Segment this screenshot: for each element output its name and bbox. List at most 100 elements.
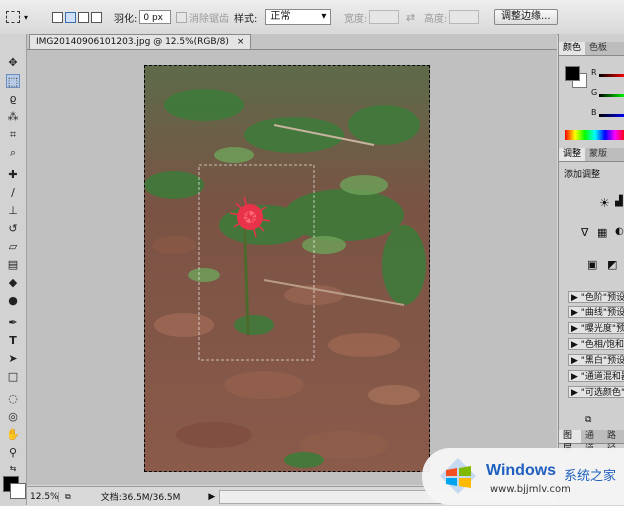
chevron-down-icon: ▾ [321,11,327,22]
site-watermark: Windows 系统之家 www.bjjmlv.com [422,448,624,505]
path-selection-tool-icon[interactable]: ➤ [6,352,20,366]
status-menu-arrow-icon[interactable]: ▶ [208,492,215,502]
expand-arrow-icon: ▶ [571,388,581,398]
pen-tool-icon[interactable]: ✒ [6,316,20,330]
channel-b-slider[interactable] [599,114,624,117]
tools-panel: ✥ ⬚ ϱ ⁂ ⌗ ⌕ ✚ ∕ ⊥ ↺ ▱ ▤ ◆ ● ✒ T ➤ □ ◌ ◎ … [0,34,27,505]
adjust-preset-row[interactable]: ▶ "可选颜色" [568,386,624,398]
gradient-map-icon[interactable]: ◩ [607,258,617,271]
selection-mode-group [52,9,104,25]
height-label: 高度: [424,13,448,25]
zoom-tool-icon[interactable]: ⚲ [6,446,20,460]
width-input[interactable] [369,10,400,24]
adjust-preset-label: "色相/饱和 [580,340,624,350]
expand-arrow-icon: ▶ [571,324,581,334]
close-icon[interactable]: × [237,37,245,47]
adjust-preset-label: "色阶"预设 [580,293,624,303]
tab-swatches[interactable]: 色板 [585,42,611,55]
lasso-tool-icon[interactable]: ϱ [6,92,20,106]
history-brush-tool-icon[interactable]: ↺ [6,222,20,236]
hand-tool-icon[interactable]: ✋ [6,428,20,442]
status-info-icon[interactable]: ⧉ [65,492,71,502]
marquee-tool-icon[interactable]: ⬚ [6,74,20,88]
style-select[interactable]: 正常 ▾ [265,9,332,25]
color-balance-icon[interactable]: ▦ [597,226,607,239]
healing-brush-tool-icon[interactable]: ✚ [6,168,20,182]
type-tool-icon[interactable]: T [6,334,20,348]
channel-b-label: B [591,108,597,117]
eraser-tool-icon[interactable]: ▱ [6,240,20,254]
adjust-preset-row[interactable]: ▶ "曲线"预设 [568,306,624,318]
selection-marquee [144,65,430,472]
swap-dimensions-icon[interactable]: ⇄ [406,11,415,24]
shape-tool-icon[interactable]: □ [6,370,20,384]
watermark-brand: Windows [486,462,557,479]
new-selection-icon[interactable] [52,11,63,23]
expand-arrow-icon: ▶ [571,340,581,350]
eyedropper-tool-icon[interactable]: ⌕ [6,146,20,160]
width-label: 宽度: [344,13,368,25]
magic-wand-tool-icon[interactable]: ⁂ [6,110,20,124]
refine-edge-button[interactable]: 调整边缘... [494,9,558,25]
panel-options-icon[interactable]: ⧉ [585,415,591,425]
tab-masks[interactable]: 蒙版 [585,148,611,161]
brightness-icon[interactable]: ☀ [599,196,610,210]
height-input[interactable] [449,10,480,24]
subtract-selection-icon[interactable] [78,11,89,23]
rect-marquee-icon [6,11,20,23]
add-adjustment-title: 添加调整 [564,170,601,180]
tab-adjustments[interactable]: 调整 [559,148,586,161]
antialias-label: 消除锯齿 [189,13,229,25]
tab-color[interactable]: 颜色 [559,42,586,55]
channel-g-slider[interactable] [599,94,624,97]
adjust-preset-row[interactable]: ▶ "通道混和器 [568,370,624,382]
invert-icon[interactable]: ▣ [587,258,597,271]
color-panel-tabs: 颜色 色板 [559,42,624,56]
color-spectrum-bar[interactable] [565,130,624,140]
style-label: 样式: [234,13,258,25]
blur-tool-icon[interactable]: ◆ [6,276,20,290]
color-panel-foreground-swatch[interactable] [565,66,580,81]
adjust-preset-label: "曝光度"预 [580,324,624,334]
zoom-level[interactable]: 12.5% [27,491,59,502]
3d-rotate-tool-icon[interactable]: ◌ [6,392,20,406]
levels-icon[interactable]: ▟ [615,196,623,207]
adjust-preset-label: "黑白"预设 [580,356,624,366]
windows-logo-icon [440,458,476,494]
adjust-preset-row[interactable]: ▶ "黑白"预设 [568,354,624,366]
black-white-icon[interactable]: ◐ [615,226,624,237]
adjust-preset-label: "曲线"预设 [580,308,624,318]
crop-tool-icon[interactable]: ⌗ [6,128,20,142]
adjust-preset-row[interactable]: ▶ "色相/饱和 [568,338,624,350]
dropdown-arrow-icon: ▾ [24,12,29,22]
feather-input[interactable]: 0 px [139,10,172,24]
swap-colors-icon[interactable]: ⇆ [6,462,20,476]
channel-g-label: G [591,88,598,97]
adjust-preset-row[interactable]: ▶ "曝光度"预 [568,322,624,334]
adjust-preset-label: "可选颜色" [580,388,624,398]
tab-channels[interactable]: 通道 [581,430,603,454]
document-tab-title: IMG20140906101203.jpg @ 12.5%(RGB/8) [36,37,229,47]
tool-preset-picker[interactable]: ▾ [6,9,28,25]
clone-stamp-tool-icon[interactable]: ⊥ [6,204,20,218]
intersect-selection-icon[interactable] [91,11,102,23]
layers-panel-tabs: 图层 通道 路径 [559,430,624,454]
channel-r-slider[interactable] [599,74,624,77]
gradient-tool-icon[interactable]: ▤ [6,258,20,272]
add-to-selection-icon[interactable] [65,11,76,23]
tab-paths[interactable]: 路径 [603,430,624,454]
expand-arrow-icon: ▶ [571,293,581,303]
vibrance-icon[interactable]: ∇ [581,226,588,239]
3d-orbit-tool-icon[interactable]: ◎ [6,410,20,424]
document-tab[interactable]: IMG20140906101203.jpg @ 12.5%(RGB/8) × [29,34,252,49]
background-color-swatch[interactable] [10,483,26,499]
tab-layers[interactable]: 图层 [559,430,581,454]
move-tool-icon[interactable]: ✥ [6,56,20,70]
antialias-checkbox[interactable] [176,11,187,23]
watermark-url: www.bjjmlv.com [490,484,571,495]
dodge-tool-icon[interactable]: ● [6,294,20,308]
brush-tool-icon[interactable]: ∕ [6,186,20,200]
expand-arrow-icon: ▶ [571,308,581,318]
feather-label: 羽化: [114,13,138,25]
adjust-preset-row[interactable]: ▶ "色阶"预设 [568,291,624,303]
